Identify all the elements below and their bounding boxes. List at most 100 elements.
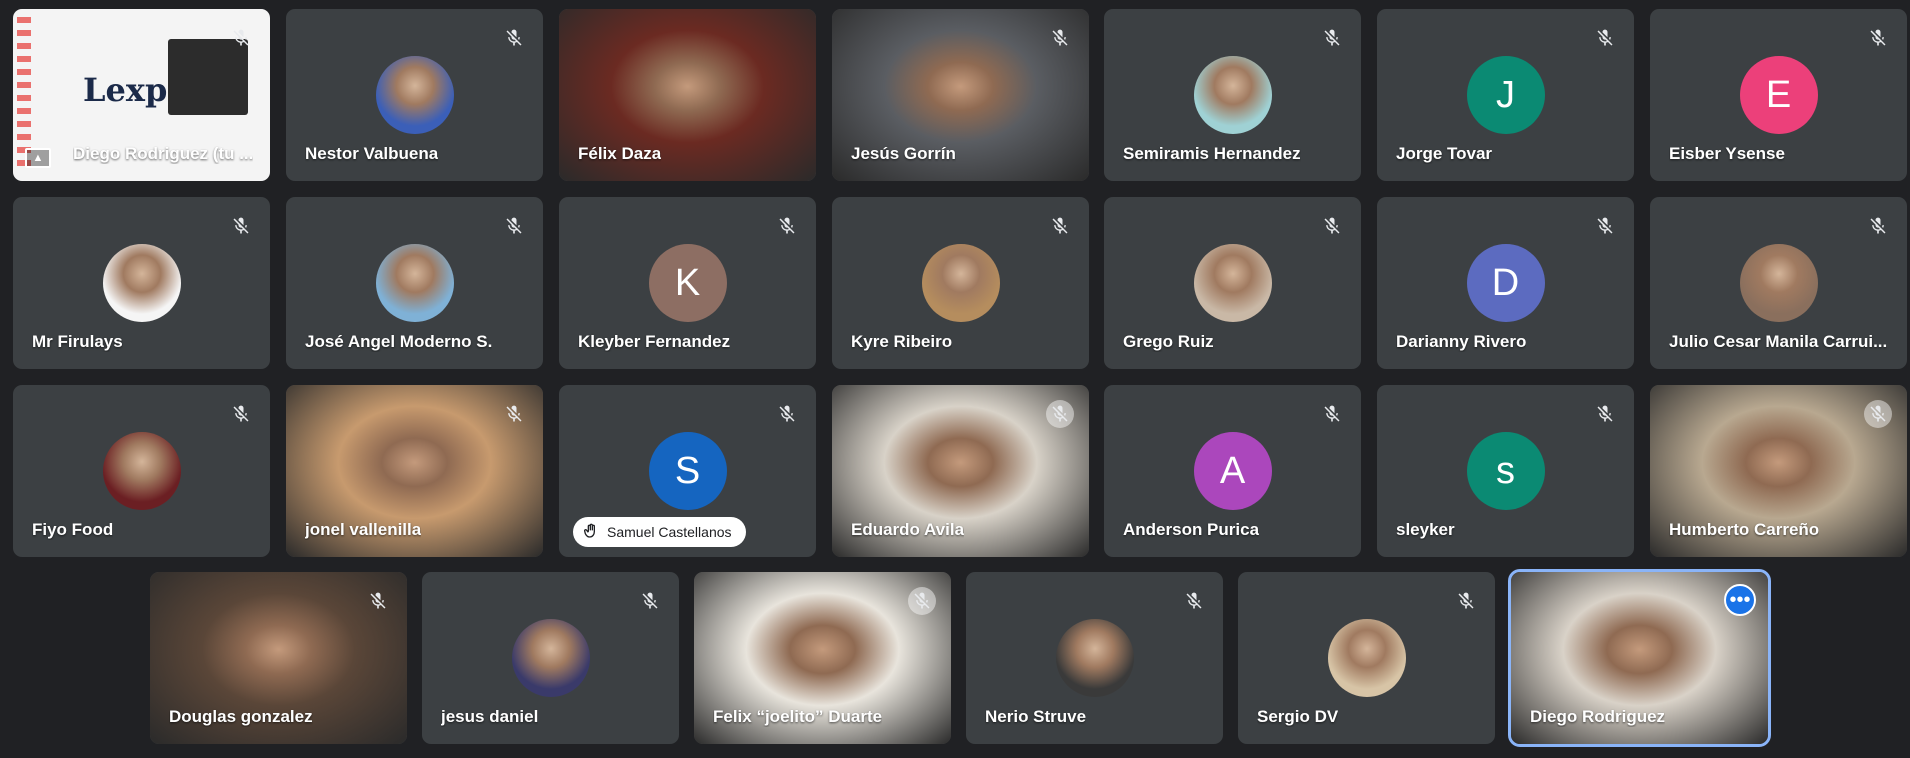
- more-options-icon[interactable]: •••: [1724, 584, 1756, 616]
- participant-tile[interactable]: Humberto Carreño: [1650, 385, 1907, 557]
- participant-tile[interactable]: Semiramis Hernandez: [1104, 9, 1361, 181]
- mic-off-icon: [1046, 400, 1074, 428]
- mic-off-icon: [500, 400, 528, 428]
- participant-tile[interactable]: s sleyker: [1377, 385, 1634, 557]
- hand-raised-icon: [583, 523, 599, 542]
- mic-off-icon: [636, 587, 664, 615]
- participant-name: Eisber Ysense: [1669, 144, 1785, 163]
- mic-off-icon: [227, 400, 255, 428]
- participant-name: Eduardo Avila: [851, 520, 965, 539]
- participant-tile[interactable]: Julio Cesar Manila Carrui...: [1650, 197, 1907, 369]
- participant-name: Diego Rodriguez (tu ...: [73, 144, 254, 163]
- participant-tile[interactable]: Eduardo Avila: [832, 385, 1089, 557]
- participant-name: Semiramis Hernandez: [1123, 144, 1301, 163]
- avatar-photo: [375, 244, 454, 322]
- participant-name: Julio Cesar Manila Carrui...: [1669, 332, 1888, 351]
- mic-off-icon: [227, 24, 255, 52]
- mic-off-icon: [908, 587, 936, 615]
- mic-off-icon: [1591, 24, 1619, 52]
- participant-tile[interactable]: K Kleyber Fernandez: [559, 197, 816, 369]
- participant-name: Nestor Valbuena: [305, 144, 439, 163]
- participant-name: sleyker: [1396, 520, 1455, 539]
- participant-tile[interactable]: jonel vallenilla: [286, 385, 543, 557]
- participant-name: Grego Ruiz: [1123, 332, 1214, 351]
- mic-off-icon: [1864, 212, 1892, 240]
- participant-name: Fiyo Food: [32, 520, 114, 539]
- mic-off-icon: [1046, 212, 1074, 240]
- mic-off-icon: [1591, 400, 1619, 428]
- avatar-photo: [375, 56, 454, 134]
- participant-name: Kyre Ribeiro: [851, 332, 953, 351]
- participant-name: Sergio DV: [1257, 707, 1339, 726]
- presentation-icon[interactable]: ▲: [25, 148, 51, 168]
- participant-tile[interactable]: ••• Diego Rodriguez: [1508, 569, 1771, 747]
- participant-tile[interactable]: José Angel Moderno S.: [286, 197, 543, 369]
- participant-tile[interactable]: Félix Daza: [559, 9, 816, 181]
- participant-name: Diego Rodriguez: [1530, 707, 1666, 726]
- mic-off-icon: [500, 24, 528, 52]
- hand-raised-chip: Samuel Castellanos: [573, 517, 746, 547]
- avatar-photo: [1327, 619, 1406, 697]
- participant-name: Jorge Tovar: [1396, 144, 1493, 163]
- participant-tile[interactable]: Nerio Struve: [966, 572, 1223, 744]
- participant-tile[interactable]: Jesús Gorrín: [832, 9, 1089, 181]
- participant-tile[interactable]: E Eisber Ysense: [1650, 9, 1907, 181]
- mic-off-icon: [1864, 400, 1892, 428]
- participant-name: Mr Firulays: [32, 332, 123, 351]
- participant-name: Darianny Rivero: [1396, 332, 1527, 351]
- avatar-photo: [511, 619, 590, 697]
- participant-name: Felix “joelito” Duarte: [713, 707, 883, 726]
- participant-name: Félix Daza: [578, 144, 662, 163]
- avatar-letter: A: [1193, 432, 1272, 510]
- avatar-photo: [1055, 619, 1134, 697]
- participant-name: Kleyber Fernandez: [578, 332, 731, 351]
- participant-name: jonel vallenilla: [305, 520, 422, 539]
- avatar-letter: J: [1466, 56, 1545, 134]
- avatar-photo: [921, 244, 1000, 322]
- screen-logo-text: Lexpi: [83, 71, 180, 109]
- avatar-photo: [1193, 244, 1272, 322]
- participant-tile[interactable]: Felix “joelito” Duarte: [694, 572, 951, 744]
- mic-off-icon: [773, 212, 801, 240]
- participant-name: José Angel Moderno S.: [305, 332, 493, 351]
- avatar-photo: [1739, 244, 1818, 322]
- avatar-photo: [102, 432, 181, 510]
- participant-tile[interactable]: Grego Ruiz: [1104, 197, 1361, 369]
- mic-off-icon: [1046, 24, 1074, 52]
- mic-off-icon: [1452, 587, 1480, 615]
- avatar-letter: D: [1466, 244, 1545, 322]
- participant-name: jesus daniel: [441, 707, 539, 726]
- participant-tile[interactable]: Fiyo Food: [13, 385, 270, 557]
- avatar-letter: K: [648, 244, 727, 322]
- participant-name: Nerio Struve: [985, 707, 1087, 726]
- mic-off-icon: [364, 587, 392, 615]
- mic-off-icon: [1180, 587, 1208, 615]
- desktop-icons: [17, 17, 31, 167]
- participant-tile[interactable]: Douglas gonzalez: [150, 572, 407, 744]
- participant-tile[interactable]: D Darianny Rivero: [1377, 197, 1634, 369]
- avatar-letter: s: [1466, 432, 1545, 510]
- mic-off-icon: [1318, 400, 1346, 428]
- avatar-photo: [1193, 56, 1272, 134]
- mic-off-icon: [1318, 212, 1346, 240]
- mic-off-icon: [227, 212, 255, 240]
- participant-tile[interactable]: Kyre Ribeiro: [832, 197, 1089, 369]
- mic-off-icon: [1591, 212, 1619, 240]
- mic-off-icon: [1318, 24, 1346, 52]
- participant-name: Humberto Carreño: [1669, 520, 1820, 539]
- participant-tile[interactable]: J Jorge Tovar: [1377, 9, 1634, 181]
- participant-tile[interactable]: jesus daniel: [422, 572, 679, 744]
- mic-off-icon: [773, 400, 801, 428]
- avatar-letter: E: [1739, 56, 1818, 134]
- participant-tile[interactable]: Sergio DV: [1238, 572, 1495, 744]
- participant-tile[interactable]: Lexpi ▲ Diego Rodriguez (tu ...: [13, 9, 270, 181]
- participant-tile[interactable]: A Anderson Purica: [1104, 385, 1361, 557]
- mic-off-icon: [1864, 24, 1892, 52]
- participant-tile[interactable]: Mr Firulays: [13, 197, 270, 369]
- participant-tile[interactable]: Nestor Valbuena: [286, 9, 543, 181]
- participant-name: Jesús Gorrín: [851, 144, 956, 163]
- participant-tile[interactable]: S Samuel Castellanos: [559, 385, 816, 557]
- avatar-photo: [102, 244, 181, 322]
- participant-name: Anderson Purica: [1123, 520, 1260, 539]
- avatar-letter: S: [648, 432, 727, 510]
